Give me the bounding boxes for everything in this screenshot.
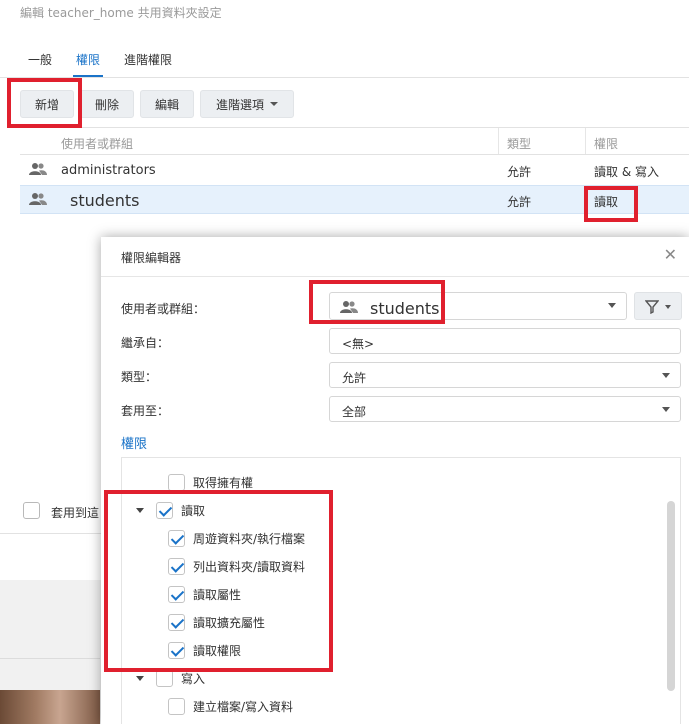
tab-advanced-permissions[interactable]: 進階權限 <box>124 51 172 68</box>
perm-list-read-data[interactable]: 列出資料夾/讀取資料 <box>168 556 305 576</box>
perm-write-group[interactable]: 寫入 <box>136 668 205 688</box>
table-row-selected[interactable]: students 允許 讀取 <box>20 185 689 214</box>
scrollbar[interactable] <box>667 501 675 691</box>
column-divider <box>585 128 586 154</box>
caret-down-icon <box>665 305 671 309</box>
column-divider <box>498 128 499 154</box>
row-type: 允許 <box>507 165 532 179</box>
checkbox[interactable] <box>168 557 185 575</box>
inherit-from-label: 繼承自： <box>121 336 170 350</box>
type-select[interactable]: 允許 <box>329 362 681 388</box>
checkbox[interactable] <box>168 613 185 631</box>
caret-down-icon <box>270 102 278 106</box>
divider <box>0 658 100 659</box>
permissions-tree: 取得擁有權 讀取 周遊資料夾/執行檔案 列出資料夾/讀取資料 讀取屬性 讀取擴充… <box>121 457 681 724</box>
checkbox[interactable] <box>168 585 185 603</box>
chevron-down-icon <box>662 407 670 412</box>
perm-label: 周遊資料夾/執行檔案 <box>193 531 306 546</box>
permissions-heading: 權限 <box>121 437 148 452</box>
perm-label: 寫入 <box>181 671 206 686</box>
table-row[interactable]: administrators 允許 讀取 & 寫入 <box>20 156 689 185</box>
filter-button[interactable] <box>634 292 682 320</box>
perm-create-files-write-data[interactable]: 建立檔案/寫入資料 <box>168 696 293 716</box>
dialog-title: 權限編輯器 <box>121 251 182 265</box>
apply-to-select[interactable]: 全部 <box>329 396 681 422</box>
perm-label: 列出資料夾/讀取資料 <box>193 559 306 574</box>
advanced-options-label: 進階選項 <box>215 97 264 112</box>
tab-divider <box>0 77 689 78</box>
user-or-group-value: students <box>370 299 440 318</box>
row-type: 允許 <box>507 195 532 209</box>
checkbox[interactable] <box>156 669 173 687</box>
perm-label: 讀取擴充屬性 <box>193 615 266 630</box>
apply-to-value: 全部 <box>342 405 367 419</box>
apply-to-subfolders-checkbox[interactable] <box>23 502 40 519</box>
tab-general[interactable]: 一般 <box>28 51 52 68</box>
delete-button[interactable]: 刪除 <box>80 90 134 118</box>
user-or-group-label: 使用者或群組： <box>121 302 206 316</box>
row-user-name: administrators <box>61 163 156 178</box>
perm-read-permissions[interactable]: 讀取權限 <box>168 640 241 660</box>
inherit-from-value: <無> <box>342 337 375 351</box>
checkbox[interactable] <box>168 529 185 547</box>
caret-down-icon[interactable] <box>136 675 144 681</box>
permission-editor-dialog: 權限編輯器 ✕ 使用者或群組： students 繼承自： <無> 類型： 允許… <box>101 237 689 724</box>
perm-read-group[interactable]: 讀取 <box>136 500 205 520</box>
filter-icon <box>645 300 659 314</box>
perm-label: 讀取屬性 <box>193 587 242 602</box>
checkbox[interactable] <box>168 697 185 715</box>
close-icon[interactable]: ✕ <box>664 247 677 263</box>
user-or-group-select[interactable]: students <box>329 292 627 320</box>
inherit-from-field: <無> <box>329 328 681 354</box>
advanced-options-button[interactable]: 進階選項 <box>200 90 294 118</box>
perm-read-extended-attributes[interactable]: 讀取擴充屬性 <box>168 612 265 632</box>
checkbox[interactable] <box>156 501 173 519</box>
column-type[interactable]: 類型 <box>507 135 531 152</box>
perm-label: 讀取 <box>181 503 206 518</box>
perm-read-attributes[interactable]: 讀取屬性 <box>168 584 241 604</box>
checkbox[interactable] <box>168 641 185 659</box>
perm-traverse-execute[interactable]: 周遊資料夾/執行檔案 <box>168 528 305 548</box>
caret-down-icon[interactable] <box>136 507 144 513</box>
user-group-icon <box>340 301 358 313</box>
create-button[interactable]: 新增 <box>20 90 74 118</box>
chevron-down-icon <box>608 303 616 308</box>
perm-label: 讀取權限 <box>193 643 242 658</box>
user-group-icon <box>29 163 47 175</box>
tab-permissions[interactable]: 權限 <box>76 51 100 68</box>
perm-take-ownership[interactable]: 取得擁有權 <box>168 472 253 492</box>
perm-label: 取得擁有權 <box>193 475 254 490</box>
edit-button[interactable]: 編輯 <box>140 90 194 118</box>
apply-to-label: 套用至： <box>121 404 170 418</box>
column-permission[interactable]: 權限 <box>594 135 618 152</box>
row-permission: 讀取 <box>594 195 619 209</box>
column-user-or-group[interactable]: 使用者或群組 <box>61 135 133 152</box>
chevron-down-icon <box>662 373 670 378</box>
user-group-icon <box>29 193 47 205</box>
dialog-title-divider <box>101 276 689 277</box>
apply-to-subfolders-label: 套用到這 <box>51 506 100 520</box>
wallpaper-image <box>0 690 100 724</box>
row-user-name: students <box>70 191 140 210</box>
type-value: 允許 <box>342 371 367 385</box>
permissions-grid-header: 使用者或群組 類型 權限 <box>20 127 689 155</box>
perm-label: 建立檔案/寫入資料 <box>193 699 294 714</box>
checkbox[interactable] <box>168 473 185 491</box>
row-permission: 讀取 & 寫入 <box>594 165 659 179</box>
window-title: 編輯 teacher_home 共用資料夾設定 <box>20 6 222 20</box>
type-label: 類型： <box>121 370 158 384</box>
